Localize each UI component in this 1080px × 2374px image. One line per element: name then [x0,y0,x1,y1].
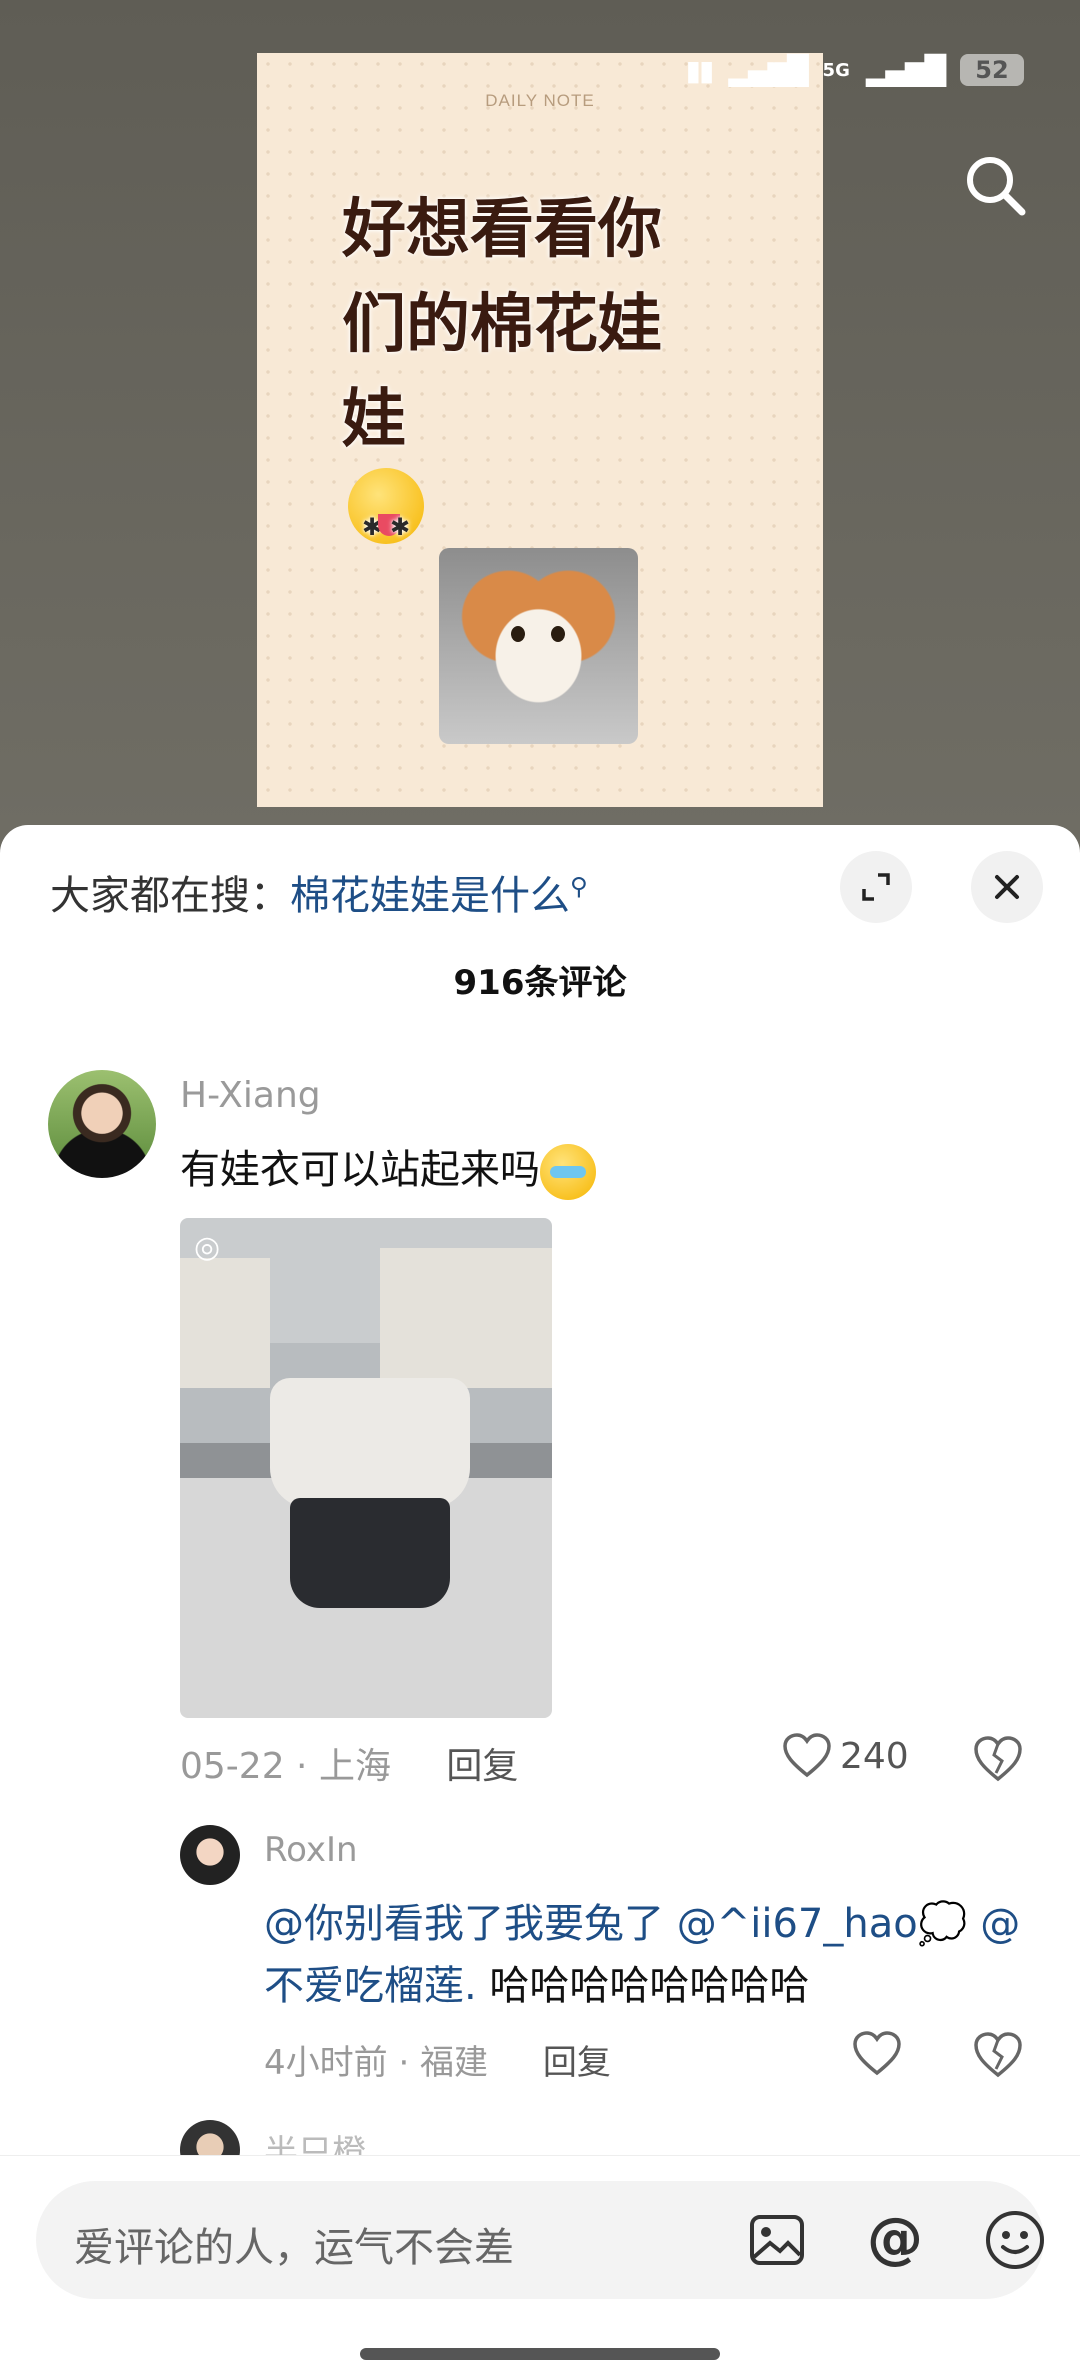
mention-at-icon[interactable]: @ [860,2205,930,2275]
expand-button[interactable] [840,851,912,923]
reply-username[interactable]: 半只橙 [264,2125,366,2159]
emoji-icon[interactable] [980,2205,1050,2275]
heart-icon [783,1733,831,1778]
svg-text:@: @ [867,2206,923,2271]
reply-text-content: 哈哈哈哈哈哈哈哈 [476,1963,810,2009]
comment-username[interactable]: H-Xiang [180,1075,321,1116]
post-image[interactable]: DAILY NOTE 好想看看你 们的棉花娃 娃 [257,53,823,807]
hot-search[interactable]: 大家都在搜：棉花娃娃是什么⚲ [50,863,588,921]
note-title: 好想看看你 们的棉花娃 娃 [342,183,722,575]
thought-bubble-emoji-icon: 💭 [917,1901,968,1947]
heart-icon[interactable] [852,2031,902,2077]
battery-level: 52 [975,56,1009,84]
reply-meta: 4小时前 · 福建 回复 [264,2035,611,2084]
home-indicator[interactable] [360,2348,720,2360]
dislike-icon[interactable] [972,2031,1024,2079]
comment-input[interactable]: 爱评论的人，运气不会差 @ [36,2181,1044,2299]
signal-icon: ▮▮ [685,53,715,87]
comment-meta: 05-22 · 上海 回复 [180,1737,518,1789]
close-button[interactable] [971,851,1043,923]
comment-input-placeholder: 爱评论的人，运气不会差 [74,2225,514,2271]
comment-text: 有娃衣可以站起来吗 [180,1137,596,1200]
reply-button[interactable]: 回复 [446,1746,518,1787]
mention-link[interactable]: @你别看我了我要兔了 [264,1901,664,1947]
note-title-line-3: 娃 [342,383,406,457]
comments-sheet: 大家都在搜：棉花娃娃是什么⚲ 916条评论 H-Xiang 有娃衣可以站起来吗 … [0,825,1080,2373]
dislike-icon[interactable] [972,1735,1024,1783]
like-button[interactable]: 240 [782,1733,909,1779]
battery-icon: 52 [960,54,1024,86]
status-bar: ▮▮ ▂▄▆█ 5G ▂▄▆█ 52 [686,50,1024,90]
mention-link[interactable]: @^ii67_hao [677,1901,918,1947]
reply-avatar[interactable] [180,1825,240,1885]
cat-photo [439,548,638,744]
close-icon [995,875,1019,899]
network-type: 5G [822,59,850,81]
like-count: 240 [840,1735,909,1777]
comment-text-content: 有娃衣可以站起来吗 [180,1147,540,1193]
comment-count: 916条评论 [453,963,627,1003]
note-title-line-1: 好想看看你 [342,193,662,267]
hot-search-term[interactable]: 棉花娃娃是什么 [290,873,570,919]
reply-button[interactable]: 回复 [543,2043,611,2083]
comment-input-area: 爱评论的人，运气不会差 @ [0,2155,1080,2374]
comment-photo[interactable]: ◎ [180,1218,552,1718]
note-title-line-2: 们的棉花娃 [342,288,662,362]
small-search-icon: ⚲ [570,872,588,901]
reply-text: @你别看我了我要兔了 @^ii67_hao💭 @不爱吃榴莲. 哈哈哈哈哈哈哈哈 [264,1893,1024,2017]
signal-strength-icon: ▂▄▆█ [728,53,808,87]
reply-date-location: 4小时前 · 福建 [264,2043,489,2083]
live-photo-icon: ◎ [194,1230,221,1265]
avatar[interactable] [48,1070,156,1178]
image-icon[interactable] [742,2205,812,2275]
hot-search-prefix: 大家都在搜： [50,873,290,919]
expand-icon [862,873,890,901]
crying-emoji-icon [540,1144,596,1200]
star-eyes-emoji-icon [348,468,424,575]
comment-date-location: 05-22 · 上海 [180,1746,391,1787]
note-label: DAILY NOTE [485,91,595,110]
search-icon[interactable] [960,150,1030,220]
reply-username[interactable]: RoxIn [264,1830,358,1870]
signal-strength-icon-2: ▂▄▆█ [865,53,946,87]
